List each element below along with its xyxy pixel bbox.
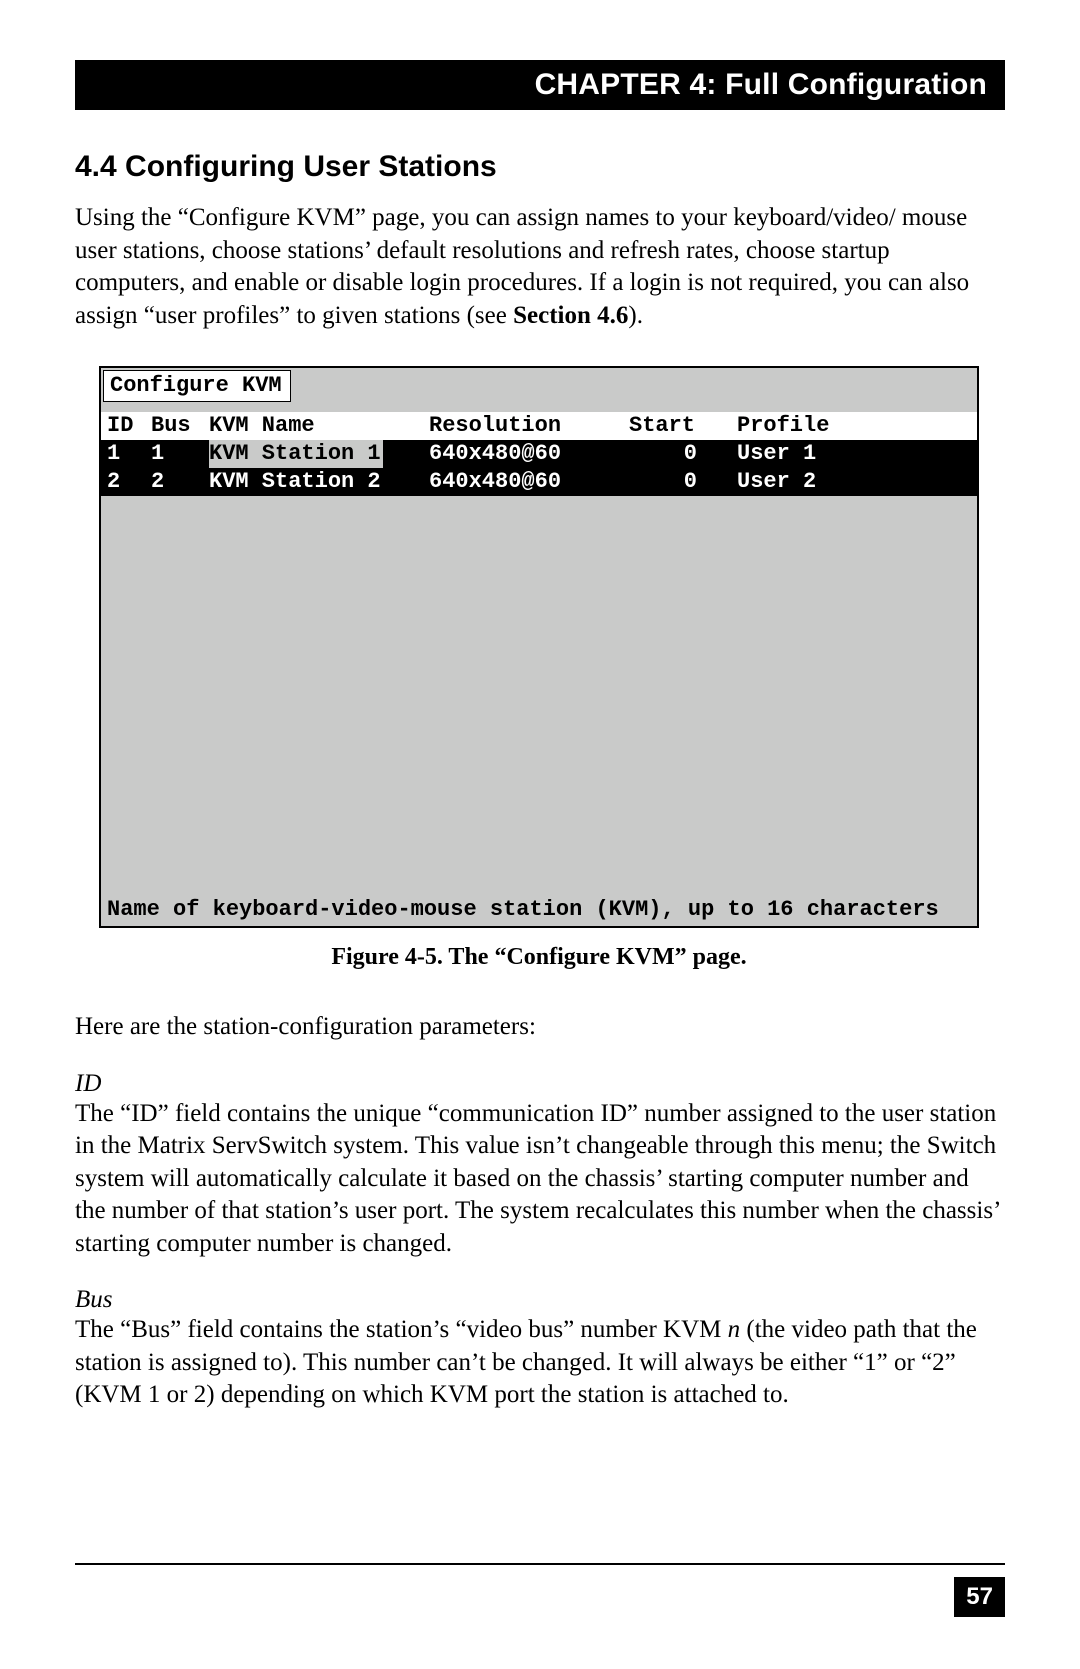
terminal-rows: 11KVM Station 1640x480@600User 122KVM St… — [101, 440, 977, 496]
col-kvm-name: KVM Name — [209, 412, 429, 440]
footer-rule — [75, 1563, 1005, 1565]
param-bus-label: Bus — [75, 1286, 1005, 1314]
terminal-title: Configure KVM — [103, 370, 291, 402]
params-intro: Here are the station-configuration param… — [75, 1011, 1005, 1044]
section-title: 4.4 Configuring User Stations — [75, 150, 1005, 184]
configure-kvm-screen: Configure KVM ID Bus KVM Name Resolution… — [99, 366, 979, 928]
cell-id: 1 — [107, 440, 151, 468]
param-bus-text: The “Bus” field contains the station’s “… — [75, 1314, 1005, 1412]
cell-resolution: 640x480@60 — [429, 468, 629, 496]
intro-paragraph: Using the “Configure KVM” page, you can … — [75, 202, 1005, 332]
terminal-help-line: Name of keyboard-video-mouse station (KV… — [101, 896, 977, 926]
cell-profile: User 1 — [737, 440, 937, 468]
cell-bus: 1 — [151, 440, 209, 468]
param-id-text: The “ID” field contains the unique “comm… — [75, 1098, 1005, 1261]
col-bus: Bus — [151, 412, 209, 440]
cell-start: 0 — [629, 468, 737, 496]
terminal-column-headers: ID Bus KVM Name Resolution Start Profile — [101, 412, 977, 440]
figure-caption: Figure 4-5. The “Configure KVM” page. — [99, 944, 979, 971]
terminal-empty-area — [101, 496, 977, 896]
cell-resolution: 640x480@60 — [429, 440, 629, 468]
cell-kvm-name: KVM Station 1 — [209, 440, 429, 468]
col-resolution: Resolution — [429, 412, 629, 440]
cell-start: 0 — [629, 440, 737, 468]
col-id: ID — [107, 412, 151, 440]
cell-id: 2 — [107, 468, 151, 496]
page-number: 57 — [954, 1577, 1005, 1617]
param-id-label: ID — [75, 1070, 1005, 1098]
figure-4-5: Configure KVM ID Bus KVM Name Resolution… — [99, 366, 979, 971]
col-start: Start — [629, 412, 737, 440]
table-row: 22KVM Station 2640x480@600User 2 — [101, 468, 977, 496]
chapter-header: CHAPTER 4: Full Configuration — [75, 60, 1005, 110]
cell-kvm-name: KVM Station 2 — [209, 468, 429, 496]
cell-profile: User 2 — [737, 468, 937, 496]
col-profile: Profile — [737, 412, 937, 440]
table-row: 11KVM Station 1640x480@600User 1 — [101, 440, 977, 468]
cell-bus: 2 — [151, 468, 209, 496]
